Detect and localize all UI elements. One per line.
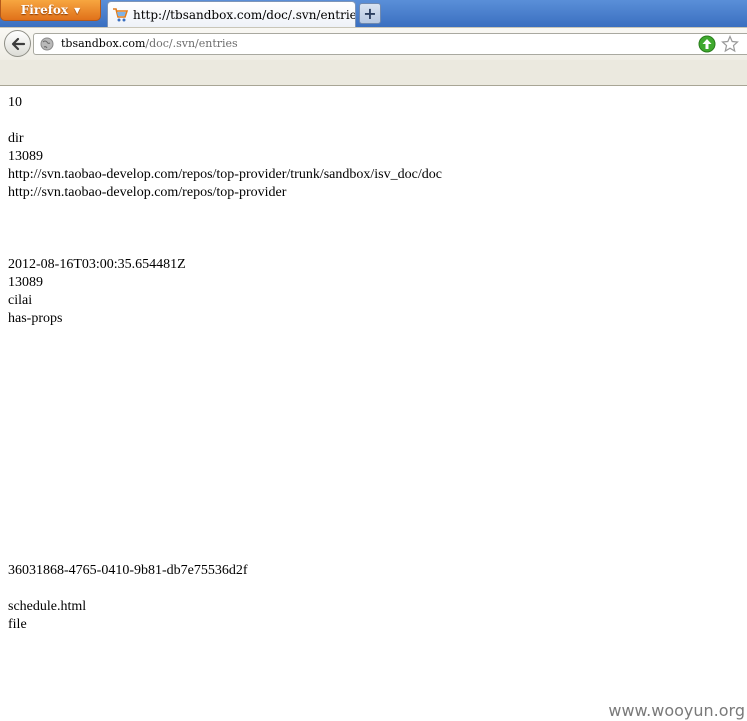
chevron-down-icon: ▼ (74, 5, 81, 15)
entry-line: 13089 (8, 275, 43, 290)
url-text: tbsandbox.com/doc/.svn/entries (61, 37, 238, 50)
entry-line (8, 634, 747, 652)
bookmarks-toolbar (0, 60, 747, 86)
entry-line: 36031868-4765-0410-9b81-db7e75536d2f (8, 563, 248, 578)
url-bar[interactable]: tbsandbox.com/doc/.svn/entries (33, 33, 747, 55)
entry-line (8, 652, 747, 670)
entry-line (8, 400, 747, 418)
back-arrow-icon (11, 37, 25, 50)
entry-line: schedule.html (8, 599, 87, 614)
entry-line (8, 328, 747, 346)
svn-entries-text: 10 dir 13089 http://svn.taobao-develop.com/… (0, 86, 747, 721)
entry-line (8, 580, 747, 598)
firefox-menu-button[interactable]: Firefox ▼ (0, 0, 101, 21)
entry-line: cilai (8, 293, 33, 308)
page-content: 10 dir 13089 http://svn.taobao-develop.com/… (0, 86, 747, 721)
url-domain: tbsandbox.com (61, 37, 146, 50)
globe-icon (40, 37, 54, 51)
entry-line (8, 526, 747, 544)
url-path: /doc/.svn/entries (145, 37, 238, 50)
tab-strip: Firefox ▼ http://tbsandbox.com/doc/.svn/… (0, 0, 747, 27)
entry-line: http://svn.taobao-develop.com/repos/top-… (8, 185, 287, 200)
entry-line (8, 112, 747, 130)
plus-icon: + (363, 3, 377, 23)
entry-line (8, 238, 747, 256)
entry-line: 2012-08-16T03:00:35.654481Z (8, 257, 186, 272)
navigation-toolbar: tbsandbox.com/doc/.svn/entries (0, 27, 747, 60)
entry-line (8, 472, 747, 490)
firefox-menu-label: Firefox (20, 3, 69, 17)
entry-line: file (8, 617, 27, 632)
entry-line (8, 418, 747, 436)
entry-line (8, 670, 747, 688)
entry-line (8, 454, 747, 472)
back-button[interactable] (4, 30, 31, 57)
watermark: www.wooyun.org (608, 701, 745, 720)
entry-line: http://svn.taobao-develop.com/repos/top-… (8, 167, 442, 182)
entry-line (8, 220, 747, 238)
entry-line (8, 508, 747, 526)
entry-line (8, 346, 747, 364)
entry-line (8, 364, 747, 382)
cart-icon (113, 7, 128, 21)
entry-line: dir (8, 131, 24, 146)
entry-line: has-props (8, 311, 63, 326)
tab-title: http://tbsandbox.com/doc/.svn/entries (133, 7, 355, 22)
entry-line (8, 544, 747, 562)
entry-line (8, 490, 747, 508)
entry-line (8, 436, 747, 454)
tab-entries[interactable]: http://tbsandbox.com/doc/.svn/entries (107, 1, 356, 27)
entry-line: 13089 (8, 149, 43, 164)
entry-line (8, 202, 747, 220)
go-arrow-icon[interactable] (698, 35, 716, 53)
new-tab-button[interactable]: + (359, 3, 381, 24)
bookmark-star-icon[interactable] (721, 35, 739, 53)
entry-line (8, 382, 747, 400)
entry-line: 10 (8, 95, 22, 110)
